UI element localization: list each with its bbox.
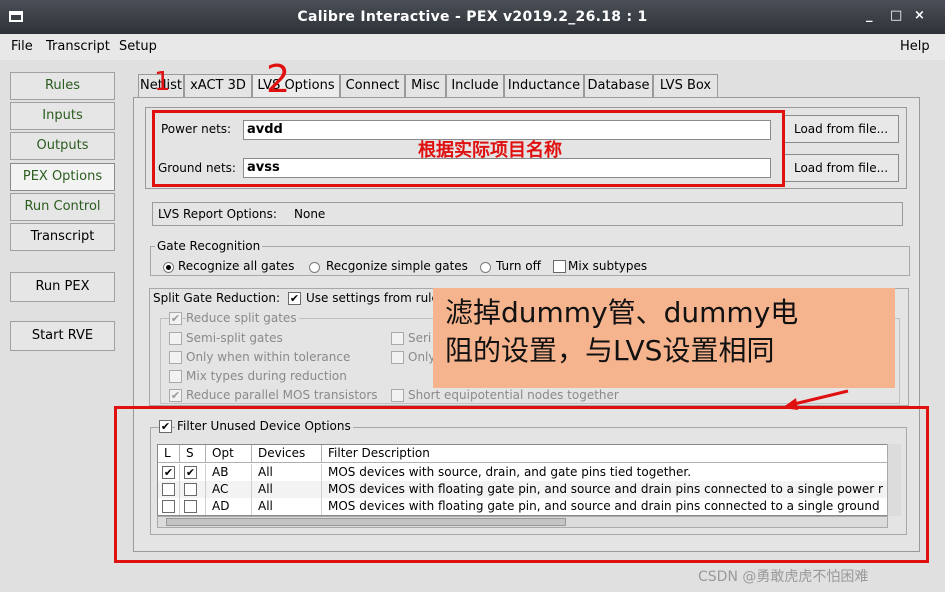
watermark: CSDN @勇敢虎虎不怕困难: [698, 569, 869, 585]
annotation-arrow-head: [782, 398, 798, 410]
annotation-arrow-line: [789, 389, 849, 407]
annotation-overlay: 1 2: [154, 57, 849, 410]
annotation-number-2: 2: [266, 57, 290, 101]
annotation-number-1: 1: [154, 67, 171, 97]
